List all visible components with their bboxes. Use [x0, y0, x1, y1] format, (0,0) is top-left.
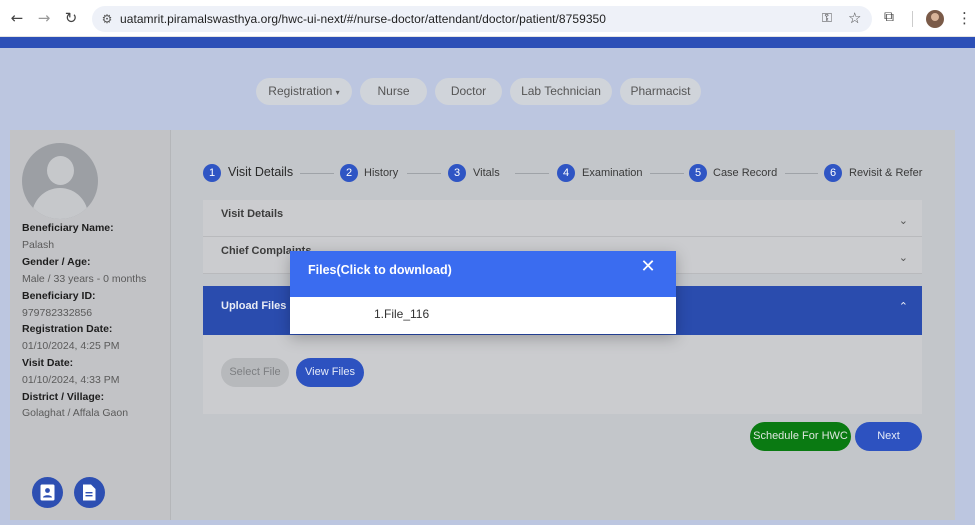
toolbar-divider: [912, 11, 913, 27]
beneficiary-avatar: [22, 143, 98, 219]
browser-toolbar: ← → ↻ ⚙ uatamrit.piramalswasthya.org/hwc…: [0, 0, 975, 37]
accordion-visit-details[interactable]: Visit Details ⌄: [203, 200, 922, 237]
gender-age-value: Male / 33 years - 0 months: [22, 273, 147, 285]
app-header-band: [0, 37, 975, 48]
step-connector: [785, 173, 818, 174]
role-tab-nurse[interactable]: Nurse: [360, 78, 427, 105]
registration-date-value: 01/10/2024, 4:25 PM: [22, 340, 120, 352]
step-6-label[interactable]: Revisit & Refer: [849, 167, 922, 179]
role-tab-pharmacist[interactable]: Pharmacist: [620, 78, 701, 105]
avatar-head: [47, 156, 74, 185]
close-icon[interactable]: ✕: [638, 257, 658, 277]
step-connector: [515, 173, 549, 174]
step-5-number[interactable]: 5: [689, 164, 707, 182]
role-tab-label: Registration: [268, 84, 333, 98]
forward-icon[interactable]: →: [35, 9, 53, 27]
caret-down-icon: ▾: [335, 88, 340, 97]
visit-date-value: 01/10/2024, 4:33 PM: [22, 374, 120, 386]
step-connector: [650, 173, 684, 174]
browser-menu-icon[interactable]: ⋮: [957, 9, 972, 27]
accordion-title: Visit Details: [221, 208, 284, 220]
role-tab-label: Doctor: [450, 84, 487, 98]
role-tab-label: Nurse: [377, 84, 410, 98]
bookmark-star-icon[interactable]: ☆: [848, 9, 861, 27]
back-icon[interactable]: ←: [8, 9, 26, 27]
step-connector: [300, 173, 334, 174]
step-1-number[interactable]: 1: [203, 164, 221, 182]
step-5-label[interactable]: Case Record: [713, 167, 777, 179]
select-file-button[interactable]: Select File: [221, 358, 289, 387]
url-text[interactable]: uatamrit.piramalswasthya.org/hwc-ui-next…: [120, 12, 606, 26]
role-tab-lab-technician[interactable]: Lab Technician: [510, 78, 612, 105]
visit-date-label: Visit Date:: [22, 357, 74, 369]
step-4-number[interactable]: 4: [557, 164, 575, 182]
beneficiary-name-label: Beneficiary Name:: [22, 222, 114, 234]
beneficiary-id-label: Beneficiary ID:: [22, 290, 96, 302]
registration-date-label: Registration Date:: [22, 323, 113, 335]
files-dialog-title: Files(Click to download): [308, 263, 452, 277]
district-village-value: Golaghat / Affala Gaon: [22, 407, 129, 419]
avatar-body: [32, 188, 88, 219]
step-4-label[interactable]: Examination: [582, 167, 643, 179]
beneficiary-name-value: Palash: [22, 239, 55, 251]
step-3-number[interactable]: 3: [448, 164, 466, 182]
role-tab-registration[interactable]: Registration ▾: [256, 78, 352, 105]
extensions-icon[interactable]: ⧉: [884, 9, 894, 25]
gender-age-label: Gender / Age:: [22, 256, 91, 268]
chevron-down-icon[interactable]: ⌄: [899, 251, 908, 264]
accordion-title: Upload Files: [221, 300, 287, 312]
role-tab-label: Lab Technician: [521, 84, 601, 98]
files-dialog-header: Files(Click to download) ✕: [290, 251, 676, 297]
chevron-down-icon[interactable]: ⌄: [899, 214, 908, 227]
contact-card-icon: [40, 484, 55, 501]
role-tab-label: Pharmacist: [630, 84, 691, 98]
step-3-label[interactable]: Vitals: [473, 167, 500, 179]
step-connector: [407, 173, 441, 174]
site-info-icon[interactable]: ⚙: [99, 11, 115, 27]
case-sheet-button[interactable]: [74, 477, 105, 508]
schedule-for-hwc-button[interactable]: Schedule For HWC: [750, 422, 851, 451]
step-2-number[interactable]: 2: [340, 164, 358, 182]
chevron-up-icon[interactable]: ⌃: [899, 300, 908, 313]
beneficiary-card-button[interactable]: [32, 477, 63, 508]
address-bar[interactable]: ⚙ uatamrit.piramalswasthya.org/hwc-ui-ne…: [92, 6, 872, 32]
document-icon: [83, 484, 96, 501]
district-village-label: District / Village:: [22, 391, 105, 403]
step-6-number[interactable]: 6: [824, 164, 842, 182]
reload-icon[interactable]: ↻: [62, 9, 80, 27]
file-download-link[interactable]: 1.File_116: [374, 307, 429, 321]
step-1-label[interactable]: Visit Details: [228, 165, 293, 179]
beneficiary-id-value: 979782332856: [22, 307, 93, 319]
next-button[interactable]: Next: [855, 422, 922, 451]
role-tab-doctor[interactable]: Doctor: [435, 78, 502, 105]
profile-avatar-icon[interactable]: [926, 10, 944, 28]
password-key-icon[interactable]: ⚿: [822, 11, 832, 26]
files-dialog: Files(Click to download) ✕ 1.File_116: [290, 251, 676, 334]
step-2-label[interactable]: History: [364, 167, 398, 179]
view-files-button[interactable]: View Files: [296, 358, 364, 387]
